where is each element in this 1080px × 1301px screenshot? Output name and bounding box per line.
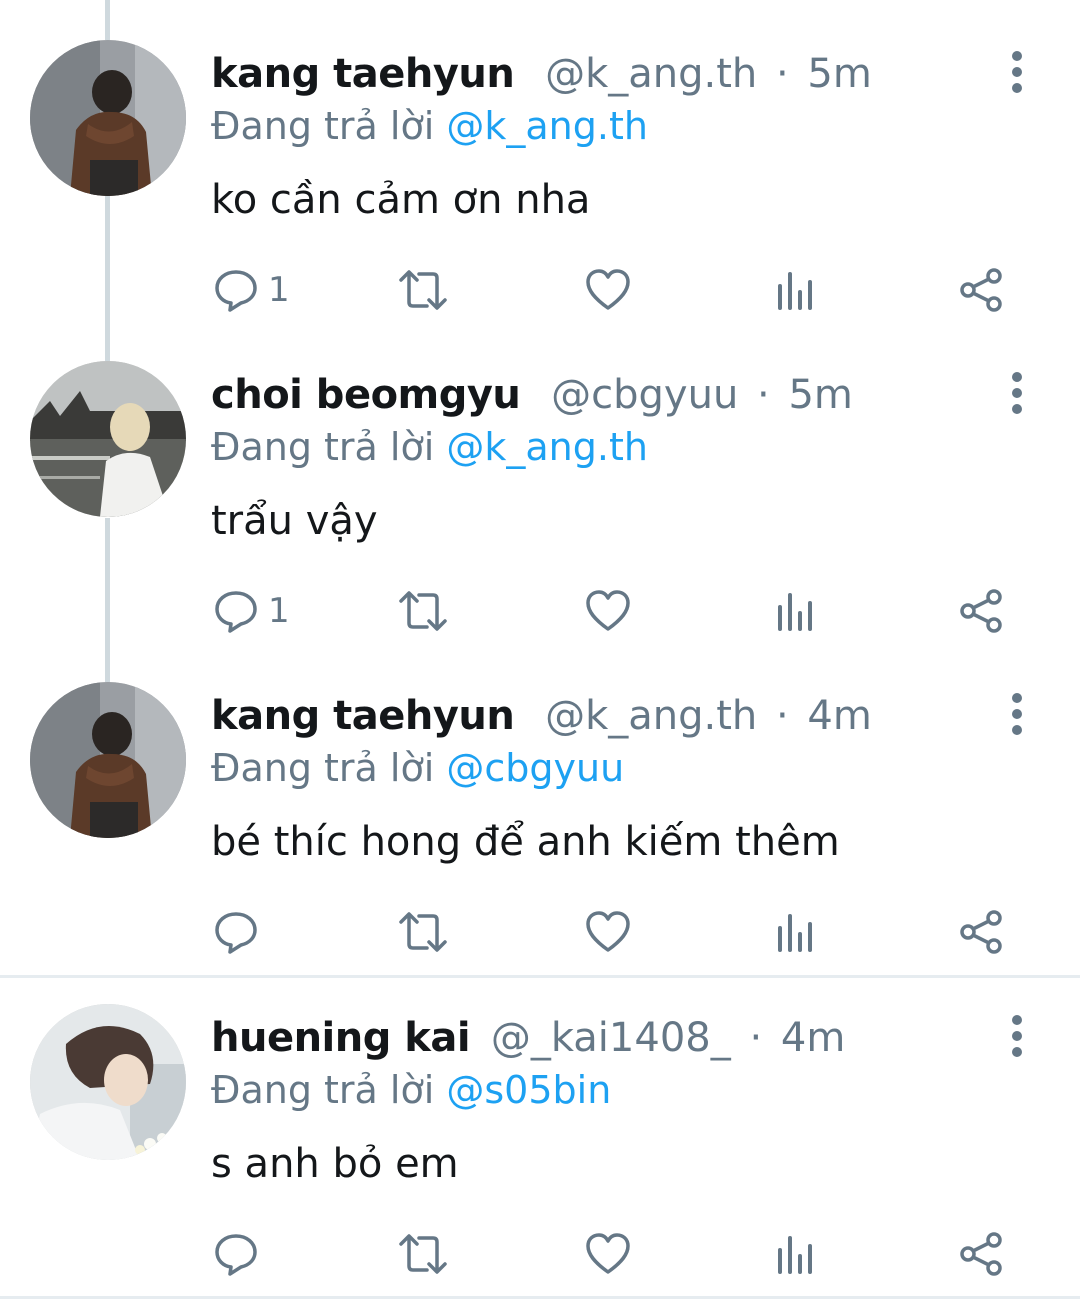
share-button[interactable] xyxy=(958,904,1006,960)
display-name[interactable]: huening kai xyxy=(211,1015,471,1061)
analytics-icon xyxy=(774,587,818,635)
analytics-icon xyxy=(774,266,818,314)
more-options-icon[interactable] xyxy=(1000,1014,1034,1058)
share-icon xyxy=(958,1230,1006,1278)
replying-to: Đang trả lời @k_ang.th xyxy=(211,421,648,473)
share-icon xyxy=(958,587,1006,635)
tweet-text: trẩu vậy xyxy=(211,498,378,544)
timestamp[interactable]: 5m xyxy=(807,51,871,97)
like-icon xyxy=(584,266,632,314)
tweet-actions: 1 xyxy=(0,262,1080,318)
share-icon xyxy=(958,266,1006,314)
bottom-divider xyxy=(0,1296,1080,1299)
avatar[interactable] xyxy=(30,1004,186,1160)
more-options-icon[interactable] xyxy=(1000,50,1034,94)
tweet-actions xyxy=(0,904,1080,960)
avatar[interactable] xyxy=(30,40,186,196)
separator-dot: · xyxy=(775,51,789,97)
analytics-icon xyxy=(774,908,818,956)
mention-link[interactable]: @k_ang.th xyxy=(446,104,648,148)
like-icon xyxy=(584,1230,632,1278)
retweet-button[interactable] xyxy=(397,583,449,639)
user-handle[interactable]: @_kai1408_ xyxy=(491,1015,731,1061)
tweet[interactable]: kang taehyun @k_ang.th · 5m Đang trả lời… xyxy=(0,0,1080,321)
mention-link[interactable]: @s05bin xyxy=(446,1068,611,1112)
like-icon xyxy=(584,908,632,956)
tweet-actions xyxy=(0,1226,1080,1282)
tweet[interactable]: choi beomgyu @cbgyuu · 5m Đang trả lời @… xyxy=(0,321,1080,642)
like-button[interactable] xyxy=(584,904,632,960)
analytics-button[interactable] xyxy=(774,904,818,960)
separator-dot: · xyxy=(775,693,789,739)
replying-to-label: Đang trả lời xyxy=(211,746,435,790)
tweet-text: ko cần cảm ơn nha xyxy=(211,177,591,223)
avatar[interactable] xyxy=(30,361,186,517)
reply-button[interactable]: 1 xyxy=(212,583,290,639)
user-handle[interactable]: @cbgyuu xyxy=(551,372,738,418)
tweet-header: kang taehyun @k_ang.th · 5m xyxy=(211,48,872,100)
retweet-icon xyxy=(397,908,449,956)
retweet-button[interactable] xyxy=(397,904,449,960)
tweet-text: s anh bỏ em xyxy=(211,1141,459,1187)
like-button[interactable] xyxy=(584,1226,632,1282)
replying-to-label: Đang trả lời xyxy=(211,1068,435,1112)
timestamp[interactable]: 4m xyxy=(781,1015,845,1061)
separator-dot: · xyxy=(749,1015,763,1061)
like-button[interactable] xyxy=(584,583,632,639)
reply-button[interactable] xyxy=(212,904,268,960)
share-icon xyxy=(958,908,1006,956)
user-handle[interactable]: @k_ang.th xyxy=(545,693,757,739)
display-name[interactable]: choi beomgyu xyxy=(211,372,521,418)
reply-icon xyxy=(212,1230,260,1278)
retweet-button[interactable] xyxy=(397,262,449,318)
more-options-icon[interactable] xyxy=(1000,371,1034,415)
analytics-button[interactable] xyxy=(774,262,818,318)
mention-link[interactable]: @k_ang.th xyxy=(446,425,648,469)
analytics-button[interactable] xyxy=(774,583,818,639)
reply-button[interactable]: 1 xyxy=(212,262,290,318)
replying-to-label: Đang trả lời xyxy=(211,425,435,469)
user-handle[interactable]: @k_ang.th xyxy=(545,51,757,97)
tweet-header: kang taehyun @k_ang.th · 4m xyxy=(211,690,872,742)
retweet-icon xyxy=(397,266,449,314)
separator-dot: · xyxy=(757,372,770,418)
replying-to: Đang trả lời @s05bin xyxy=(211,1064,611,1116)
analytics-button[interactable] xyxy=(774,1226,818,1282)
retweet-icon xyxy=(397,587,449,635)
replying-to: Đang trả lời @cbgyuu xyxy=(211,742,624,794)
retweet-button[interactable] xyxy=(397,1226,449,1282)
share-button[interactable] xyxy=(958,262,1006,318)
share-button[interactable] xyxy=(958,583,1006,639)
reply-icon xyxy=(212,587,260,635)
reply-count: 1 xyxy=(268,591,290,631)
reply-icon xyxy=(212,266,260,314)
tweet[interactable]: huening kai @_kai1408_ · 4m Đang trả lời… xyxy=(0,964,1080,1285)
tweet-header: choi beomgyu @cbgyuu · 5m xyxy=(211,369,853,421)
like-button[interactable] xyxy=(584,262,632,318)
tweet-actions: 1 xyxy=(0,583,1080,639)
timestamp[interactable]: 5m xyxy=(788,372,852,418)
mention-link[interactable]: @cbgyuu xyxy=(446,746,624,790)
tweet-header: huening kai @_kai1408_ · 4m xyxy=(211,1012,845,1064)
replying-to: Đang trả lời @k_ang.th xyxy=(211,100,648,152)
display-name[interactable]: kang taehyun xyxy=(211,693,515,739)
reply-count: 1 xyxy=(268,270,290,310)
like-icon xyxy=(584,587,632,635)
replying-to-label: Đang trả lời xyxy=(211,104,435,148)
reply-button[interactable] xyxy=(212,1226,268,1282)
timestamp[interactable]: 4m xyxy=(807,693,871,739)
tweet-text: bé thíc hong để anh kiếm thêm xyxy=(211,819,840,865)
share-button[interactable] xyxy=(958,1226,1006,1282)
reply-icon xyxy=(212,908,260,956)
more-options-icon[interactable] xyxy=(1000,692,1034,736)
analytics-icon xyxy=(774,1230,818,1278)
retweet-icon xyxy=(397,1230,449,1278)
avatar[interactable] xyxy=(30,682,186,838)
tweet[interactable]: kang taehyun @k_ang.th · 4m Đang trả lời… xyxy=(0,642,1080,963)
display-name[interactable]: kang taehyun xyxy=(211,51,515,97)
